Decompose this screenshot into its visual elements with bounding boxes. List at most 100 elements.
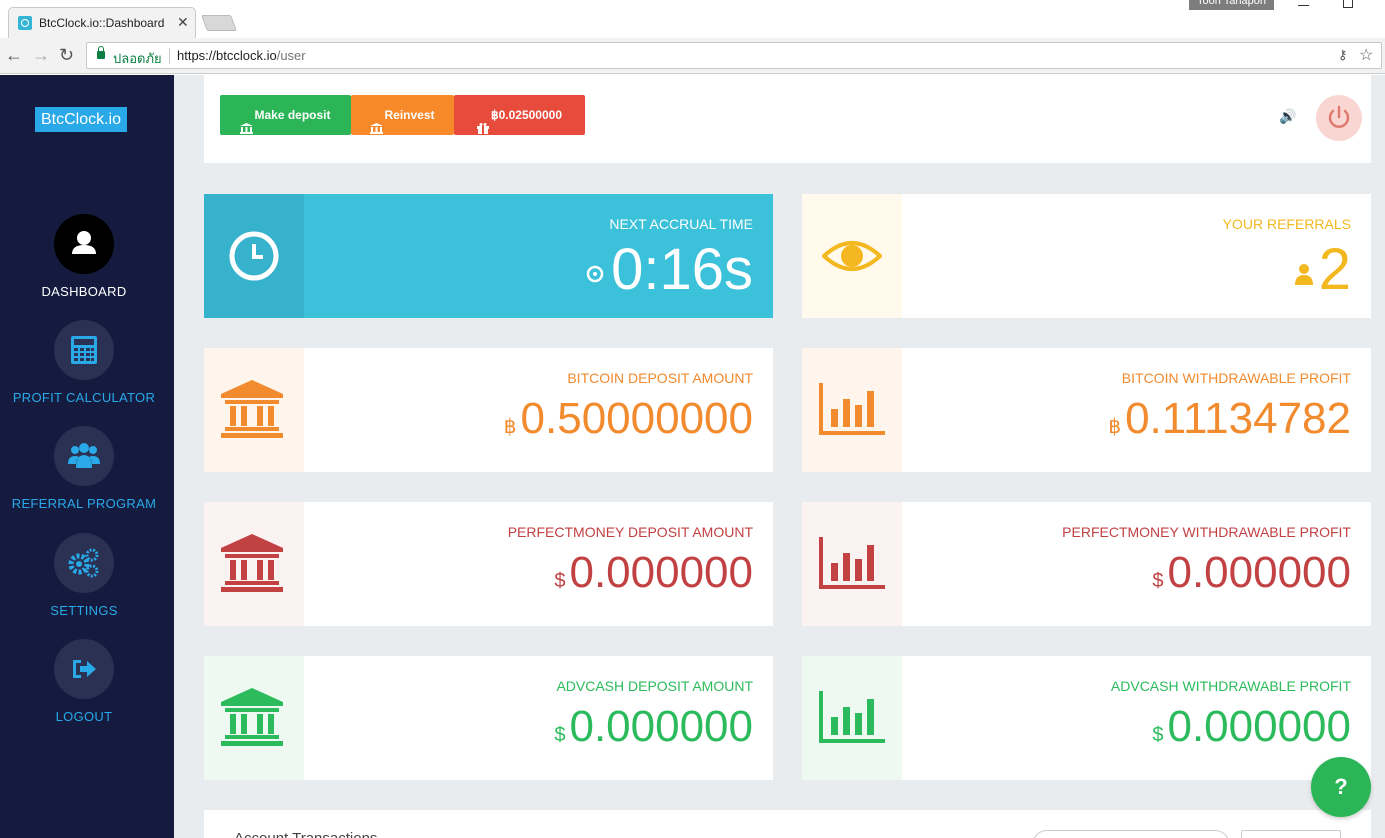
users-icon <box>54 426 114 486</box>
new-tab-button[interactable] <box>201 15 237 31</box>
tab-title: BtcClock.io::Dashboard <box>39 16 165 30</box>
bitcoin-profit-card: BITCOIN WITHDRAWABLE PROFIT ฿0.11134782 <box>802 348 1371 472</box>
action-bar: Make deposit Reinvest ฿0.02500000 🔊 <box>204 75 1371 163</box>
card-icon-box <box>204 656 304 780</box>
amount: 0.000000 <box>1167 548 1351 597</box>
bank-icon <box>240 110 254 135</box>
card-value: $0.000000 <box>554 548 753 598</box>
power-icon <box>1328 105 1350 128</box>
perfectmoney-profit-card: PERFECTMONEY WITHDRAWABLE PROFIT $0.0000… <box>802 502 1371 626</box>
brand-logo[interactable]: BtcClock.io <box>35 107 127 132</box>
bank-icon <box>221 688 283 746</box>
card-title: PERFECTMONEY WITHDRAWABLE PROFIT <box>1062 524 1351 540</box>
bookmark-star-icon[interactable]: ☆ <box>1359 45 1373 65</box>
bank-icon <box>221 380 283 438</box>
speaker-icon[interactable]: 🔊 <box>1279 108 1296 125</box>
next-accrual-card: NEXT ACCRUAL TIME 0:16s <box>204 194 773 318</box>
card-icon-box <box>802 194 902 318</box>
advcash-deposit-card: ADVCASH DEPOSIT AMOUNT $0.000000 <box>204 656 773 780</box>
forward-button[interactable]: → <box>32 44 50 66</box>
address-bar[interactable]: ปลอดภัย https://btcclock.io/user ⚷ ☆ <box>86 42 1382 69</box>
sidebar-item-label: PROFIT CALCULATOR <box>12 390 156 405</box>
power-button[interactable] <box>1316 95 1362 141</box>
lock-icon <box>97 46 105 59</box>
reload-button[interactable]: ↻ <box>59 44 74 66</box>
bonus-button[interactable]: ฿0.02500000 <box>454 95 585 135</box>
tab-close-icon[interactable]: ✕ <box>177 14 189 31</box>
bank-icon <box>370 110 384 135</box>
clock-favicon-icon <box>18 16 32 30</box>
secure-label: ปลอดภัย <box>113 51 162 66</box>
advcash-profit-card: ADVCASH WITHDRAWABLE PROFIT $0.000000 <box>802 656 1371 780</box>
make-deposit-button[interactable]: Make deposit <box>220 95 351 135</box>
card-title: PERFECTMONEY DEPOSIT AMOUNT <box>507 524 753 540</box>
amount: 0.000000 <box>1167 702 1351 751</box>
amount: 0.000000 <box>569 548 753 597</box>
card-icon-box <box>802 656 902 780</box>
browser-tabbar: BtcClock.io::Dashboard ✕ Toon Tanapon <box>0 0 1385 38</box>
amount: 0.50000000 <box>520 394 753 443</box>
gift-icon <box>477 110 490 135</box>
main-content: Make deposit Reinvest ฿0.02500000 🔊 NEXT… <box>174 75 1385 838</box>
card-value: ฿0.11134782 <box>1108 394 1351 444</box>
amount: 0.000000 <box>569 702 753 751</box>
window-minimize-button[interactable] <box>1298 0 1309 6</box>
card-title: NEXT ACCRUAL TIME <box>609 216 753 232</box>
bar-chart-icon <box>819 537 885 589</box>
browser-profile-chip[interactable]: Toon Tanapon <box>1189 0 1274 10</box>
card-title: ADVCASH WITHDRAWABLE PROFIT <box>1110 678 1351 694</box>
make-deposit-label: Make deposit <box>254 108 331 122</box>
card-icon-box <box>204 348 304 472</box>
perfectmoney-deposit-card: PERFECTMONEY DEPOSIT AMOUNT $0.000000 <box>204 502 773 626</box>
sidebar-item-label: SETTINGS <box>50 603 118 618</box>
sign-out-icon <box>54 639 114 699</box>
sidebar-item-label: DASHBOARD <box>41 284 127 299</box>
currency-symbol: $ <box>554 570 566 592</box>
currency-symbol: ฿ <box>503 416 517 438</box>
card-icon-box <box>802 348 902 472</box>
transactions-search-input[interactable] <box>1032 830 1230 838</box>
back-button[interactable]: ← <box>5 44 23 66</box>
bar-chart-icon <box>819 691 885 743</box>
card-title: ADVCASH DEPOSIT AMOUNT <box>556 678 753 694</box>
referrals-card: YOUR REFERRALS 2 <box>802 194 1371 318</box>
card-value: $0.000000 <box>1152 702 1351 752</box>
sidebar-item-dashboard[interactable]: DASHBOARD <box>0 214 168 299</box>
browser-toolbar: ← → ↻ ปลอดภัย https://btcclock.io/user ⚷… <box>0 38 1385 74</box>
user-icon <box>54 214 114 274</box>
card-title: YOUR REFERRALS <box>1222 216 1351 232</box>
card-value: ฿0.50000000 <box>504 394 753 444</box>
sidebar-item-label: LOGOUT <box>55 709 113 724</box>
url-path: /user <box>276 48 306 63</box>
browser-tab[interactable]: BtcClock.io::Dashboard ✕ <box>8 7 196 38</box>
sidebar-item-logout[interactable]: LOGOUT <box>0 639 168 724</box>
user-icon <box>1294 263 1313 285</box>
reinvest-button[interactable]: Reinvest <box>351 95 454 135</box>
sidebar-item-referral-program[interactable]: REFERRAL PROGRAM <box>0 426 168 511</box>
bitcoin-deposit-card: BITCOIN DEPOSIT AMOUNT ฿0.50000000 <box>204 348 773 472</box>
url-text[interactable]: https://btcclock.io/user <box>177 48 306 63</box>
transactions-title: Account Transactions <box>234 830 377 838</box>
referrals-count: 2 <box>1318 237 1351 302</box>
card-value: $0.000000 <box>554 702 753 752</box>
sidebar-item-profit-calculator[interactable]: PROFIT CALCULATOR <box>0 320 168 405</box>
card-title: BITCOIN WITHDRAWABLE PROFIT <box>1121 370 1351 386</box>
sidebar-item-label: REFERRAL PROGRAM <box>11 496 157 511</box>
url-host: https://btcclock.io <box>177 48 277 63</box>
key-icon[interactable]: ⚷ <box>1338 47 1348 63</box>
card-icon-box <box>204 502 304 626</box>
card-value: 0:16s <box>585 236 753 303</box>
transactions-panel: Account Transactions <box>204 810 1371 838</box>
card-title: BITCOIN DEPOSIT AMOUNT <box>567 370 753 386</box>
currency-symbol: $ <box>554 724 566 746</box>
transactions-filter-select[interactable] <box>1241 830 1341 838</box>
window-maximize-button[interactable] <box>1343 0 1353 8</box>
sidebar: BtcClock.io DASHBOARD PROFIT CALCULATOR <box>0 75 174 838</box>
bonus-amount: ฿0.02500000 <box>490 108 563 122</box>
currency-symbol: $ <box>1152 570 1164 592</box>
reinvest-label: Reinvest <box>384 108 435 122</box>
clock-icon <box>229 231 279 281</box>
sidebar-item-settings[interactable]: SETTINGS <box>0 533 168 618</box>
bar-chart-icon <box>819 383 885 435</box>
help-button[interactable]: ? <box>1311 757 1371 817</box>
